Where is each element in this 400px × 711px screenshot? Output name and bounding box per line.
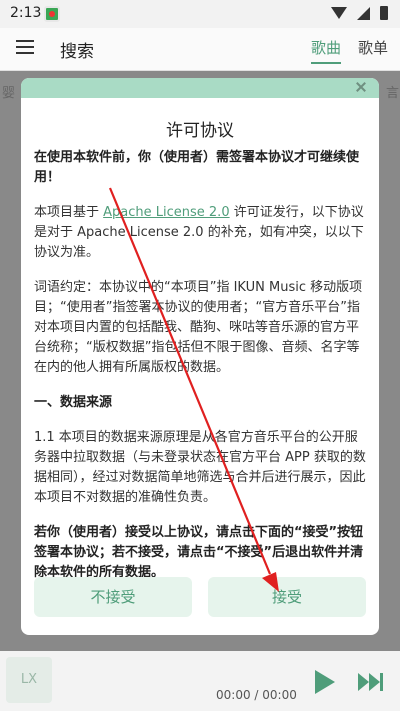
player-bar: LX 00:00 / 00:00: [0, 651, 400, 711]
tab-playlist[interactable]: 歌单: [358, 37, 388, 58]
background-text-right: 言: [386, 86, 400, 101]
dialog-title: 许可协议: [166, 121, 234, 141]
battery-icon: [380, 6, 388, 20]
signal-icon: [357, 6, 370, 20]
apache-license-link[interactable]: Apache License 2.0: [103, 205, 229, 220]
page-title: 搜索: [60, 42, 94, 62]
license-paragraph: 本项目基于 Apache License 2.0 许可证发行，以下协议是对于 A…: [34, 203, 366, 263]
status-icons: [331, 6, 388, 20]
app-notification-icon: [44, 6, 60, 22]
intro-text: 在使用本软件前，你（使用者）需签署本协议才可继续使用！: [34, 150, 360, 185]
background-text-left: 婴: [2, 86, 16, 101]
license-dialog: 许可协议 在使用本软件前，你（使用者）需签署本协议才可继续使用！ 本项目基于 A…: [21, 78, 379, 635]
decline-button[interactable]: 不接受: [34, 577, 192, 617]
dialog-topbar: [21, 78, 379, 98]
menu-icon[interactable]: [16, 40, 34, 54]
accept-button[interactable]: 接受: [208, 577, 366, 617]
status-time: 2:13: [10, 5, 42, 21]
app-header: 搜索 歌曲 歌单: [0, 28, 400, 70]
tab-song[interactable]: 歌曲: [311, 37, 342, 64]
agreement-notice: 若你（使用者）接受以上协议，请点击下面的“接受”按钮签署本协议；若不接受，请点击…: [34, 525, 364, 580]
section-title: 一、数据来源: [34, 395, 113, 410]
data-source-paragraph: 1.1 本项目的数据来源原理是从各官方音乐平台的公开服务器中拉取数据（与未登录状…: [34, 430, 366, 505]
playback-time: 00:00 / 00:00: [216, 688, 297, 702]
terms-paragraph: 词语约定：本协议中的“本项目”指 IKUN Music 移动版项目；“使用者”指…: [34, 280, 363, 375]
play-icon[interactable]: [315, 670, 335, 694]
dialog-body: 在使用本软件前，你（使用者）需签署本协议才可继续使用！ 本项目基于 Apache…: [34, 148, 366, 598]
next-icon[interactable]: [358, 673, 384, 691]
wifi-icon: [331, 7, 347, 19]
status-bar: 2:13: [0, 0, 400, 28]
license-text-pre: 本项目基于: [34, 205, 104, 220]
close-icon[interactable]: [355, 81, 367, 93]
album-cover[interactable]: LX: [6, 657, 52, 703]
